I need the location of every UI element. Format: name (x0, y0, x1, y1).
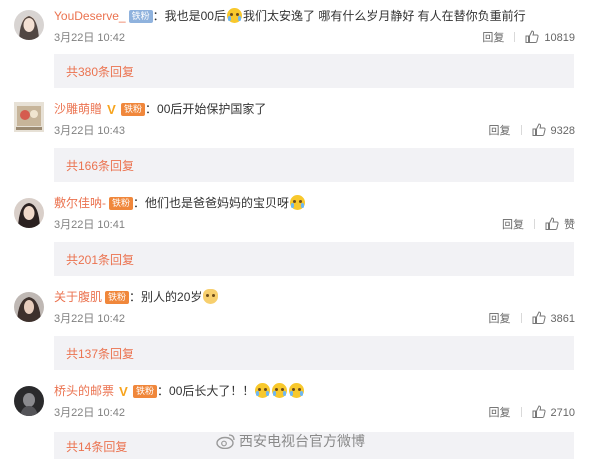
verified-v-icon: V (107, 102, 116, 117)
reply-button[interactable]: 回复 (489, 123, 511, 139)
crying-emoji-icon (255, 383, 271, 398)
thumbs-up-icon (525, 30, 539, 43)
username-link[interactable]: 沙雕萌贈 (54, 102, 102, 116)
divider (514, 32, 516, 42)
comment-text: ：00后开始保护国家了 (145, 102, 267, 116)
avatar[interactable] (14, 10, 44, 40)
sub-replies-box: 共380条回复 (54, 54, 574, 88)
like-button[interactable]: 3861 (532, 311, 575, 325)
crying-emoji-icon (290, 195, 306, 210)
comment-actions: 回复 赞 (502, 217, 575, 233)
comment-line: 关于腹肌 铁粉 ：别人的20岁 (54, 288, 219, 306)
crying-emoji-icon (289, 383, 305, 398)
crying-emoji-icon (226, 8, 242, 23)
comment-time: 3月22日 10:41 (54, 219, 125, 231)
username-link[interactable]: 敷尔佳呐- (54, 196, 106, 210)
thumbs-up-icon (545, 217, 559, 230)
sub-replies-box: 共137条回复 (54, 336, 574, 370)
avatar[interactable] (14, 198, 44, 228)
reply-button[interactable]: 回复 (489, 405, 511, 421)
comment-item: YouDeserve_ 铁粉 ：我也是00后 我们太安逸了 哪有什么岁月静好 有人在替… (0, 0, 589, 94)
view-replies-link[interactable]: 共137条回复 (66, 345, 134, 362)
reply-button[interactable]: 回复 (482, 30, 504, 46)
comment-line: 桥头的邮票 V 铁粉 ：00后长大了！！ (54, 382, 305, 400)
comment-line: YouDeserve_ 铁粉 ：我也是00后 我们太安逸了 哪有什么岁月静好 有人在替… (54, 7, 526, 25)
comment-item: 关于腹肌 铁粉 ：别人的20岁 3月22日 10:42 回复 3861 共137条回复 (0, 282, 589, 376)
comment-text: ：他们也是爸爸妈妈的宝贝呀 (133, 196, 290, 210)
like-count: 10819 (544, 32, 575, 44)
comment-text: ：别人的20岁 (129, 290, 203, 304)
thumbs-up-icon (532, 311, 546, 324)
avatar[interactable] (14, 292, 44, 322)
view-replies-link[interactable]: 共166条回复 (66, 157, 134, 174)
comment-time: 3月22日 10:42 (54, 32, 125, 44)
comment-text-cont: 我们太安逸了 哪有什么岁月静好 有人在替你负重前行 (242, 9, 526, 23)
comment-time: 3月22日 10:43 (54, 125, 125, 137)
thumbs-up-icon (532, 405, 546, 418)
fan-badge[interactable]: 铁粉 (133, 385, 158, 398)
comment-line: 敷尔佳呐- 铁粉 ：他们也是爸爸妈妈的宝贝呀 (54, 194, 306, 212)
like-button[interactable]: 9328 (532, 123, 575, 137)
weibo-logo-icon (216, 434, 235, 449)
like-button[interactable]: 2710 (532, 405, 575, 419)
reply-button[interactable]: 回复 (502, 217, 524, 233)
view-replies-link[interactable]: 共14条回复 (66, 438, 127, 455)
divider (520, 407, 522, 417)
cat-emoji-icon (203, 289, 219, 304)
comment-actions: 回复 2710 (489, 405, 575, 421)
comment-actions: 回复 3861 (489, 311, 575, 327)
divider (520, 313, 522, 323)
reply-button[interactable]: 回复 (489, 311, 511, 327)
comment-text: ：我也是00后 (152, 9, 226, 23)
crying-emoji-icon (272, 383, 288, 398)
comment-item: 敷尔佳呐- 铁粉 ：他们也是爸爸妈妈的宝贝呀 3月22日 10:41 回复 赞 共20… (0, 188, 589, 282)
username-link[interactable]: 桥头的邮票 (54, 384, 114, 398)
comment-text: ：00后长大了！！ (157, 384, 255, 398)
avatar[interactable] (14, 102, 44, 132)
like-count: 3861 (550, 313, 575, 325)
comment-actions: 回复 9328 (489, 123, 575, 139)
comment-item: 沙雕萌贈 V 铁粉 ：00后开始保护国家了 3月22日 10:43 回复 9328 共1… (0, 94, 589, 188)
fan-badge[interactable]: 铁粉 (109, 197, 134, 210)
like-button[interactable]: 10819 (525, 30, 575, 44)
weibo-watermark: 西安电视台官方微博 (216, 431, 365, 451)
username-link[interactable]: YouDeserve_ (54, 9, 126, 23)
like-button[interactable]: 赞 (545, 217, 575, 231)
thumbs-up-icon (532, 123, 546, 136)
fan-badge[interactable]: 铁粉 (128, 10, 153, 23)
comment-actions: 回复 10819 (482, 30, 575, 46)
username-link[interactable]: 关于腹肌 (54, 290, 102, 304)
like-count: 2710 (550, 407, 575, 419)
sub-replies-box: 共166条回复 (54, 148, 574, 182)
fan-badge[interactable]: 铁粉 (105, 291, 130, 304)
view-replies-link[interactable]: 共380条回复 (66, 63, 134, 80)
verified-v-icon: V (119, 384, 128, 399)
comment-time: 3月22日 10:42 (54, 407, 125, 419)
avatar[interactable] (14, 386, 44, 416)
like-count: 9328 (550, 125, 575, 137)
sub-replies-box: 共201条回复 (54, 242, 574, 276)
fan-badge[interactable]: 铁粉 (121, 103, 146, 116)
comment-line: 沙雕萌贈 V 铁粉 ：00后开始保护国家了 (54, 100, 266, 118)
like-count: 赞 (564, 219, 575, 231)
watermark-text: 西安电视台官方微博 (239, 433, 365, 449)
view-replies-link[interactable]: 共201条回复 (66, 251, 134, 268)
comment-time: 3月22日 10:42 (54, 313, 125, 325)
divider (534, 219, 535, 229)
divider (520, 125, 522, 135)
